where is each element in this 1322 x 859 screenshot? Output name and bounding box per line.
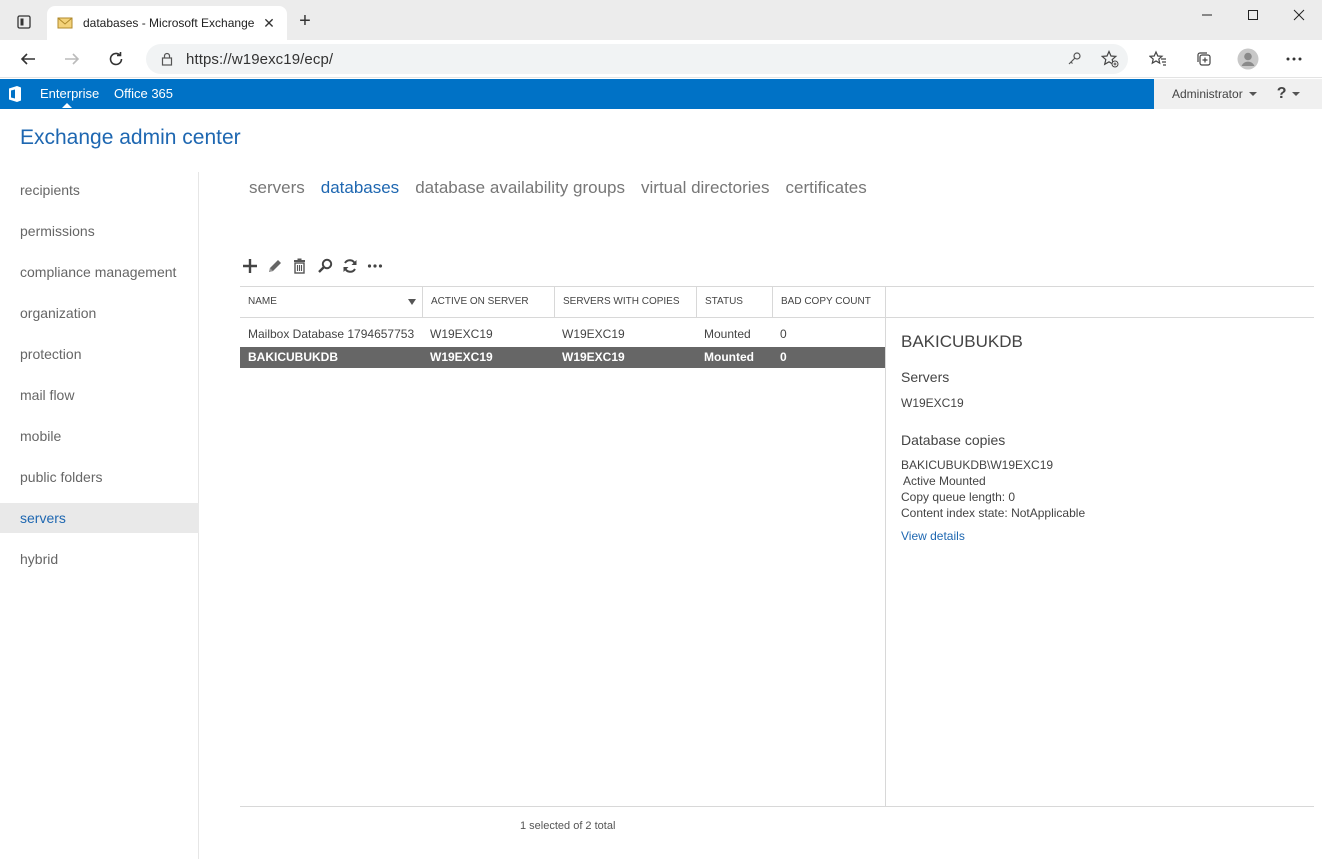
key-icon[interactable] bbox=[1062, 47, 1086, 71]
column-header-status[interactable]: STATUS bbox=[696, 287, 772, 317]
profile-avatar-icon[interactable] bbox=[1236, 47, 1260, 71]
nav-item-permissions[interactable]: permissions bbox=[0, 216, 199, 246]
left-nav: recipients permissions compliance manage… bbox=[0, 172, 199, 859]
list-bottom-border bbox=[240, 806, 1314, 807]
enterprise-link[interactable]: Enterprise bbox=[40, 86, 99, 108]
details-copy-status: Active Mounted bbox=[903, 474, 986, 488]
office-logo-icon[interactable] bbox=[6, 85, 24, 103]
edit-icon[interactable] bbox=[265, 255, 284, 277]
browser-titlebar: databases - Microsoft Exchange ✕ + bbox=[0, 0, 1322, 40]
help-icon[interactable]: ? bbox=[1277, 85, 1287, 103]
o365-navbar: Enterprise Office 365 Administrator ? bbox=[0, 79, 1322, 109]
cell-servers-with-copies: W19EXC19 bbox=[562, 350, 625, 364]
forward-icon[interactable] bbox=[60, 47, 84, 71]
new-tab-icon[interactable]: + bbox=[296, 11, 314, 31]
details-title: BAKICUBUKDB bbox=[901, 332, 1023, 351]
nav-item-recipients[interactable]: recipients bbox=[0, 175, 199, 205]
cell-status: Mounted bbox=[704, 350, 754, 364]
column-header-bad-copy-count[interactable]: BAD COPY COUNT bbox=[772, 287, 885, 317]
more-icon[interactable] bbox=[365, 255, 384, 277]
nav-item-mail-flow[interactable]: mail flow bbox=[0, 380, 199, 410]
user-menu[interactable]: Administrator ? bbox=[1154, 79, 1322, 109]
cell-servers-with-copies: W19EXC19 bbox=[562, 327, 625, 341]
database-list: NAME ACTIVE ON SERVER SERVERS WITH COPIE… bbox=[240, 286, 1314, 807]
selection-status: 1 selected of 2 total bbox=[520, 820, 616, 832]
details-servers-heading: Servers bbox=[901, 369, 950, 385]
tab-database-availability-groups[interactable]: database availability groups bbox=[415, 178, 625, 198]
delete-icon[interactable] bbox=[290, 255, 309, 277]
list-header: NAME ACTIVE ON SERVER SERVERS WITH COPIE… bbox=[240, 286, 1314, 318]
office365-link[interactable]: Office 365 bbox=[114, 86, 173, 101]
maximize-icon[interactable] bbox=[1230, 0, 1276, 30]
details-copy-queue: Copy queue length: 0 bbox=[901, 490, 1016, 504]
tab-close-icon[interactable]: ✕ bbox=[261, 15, 277, 32]
user-dropdown-icon bbox=[1248, 92, 1257, 96]
search-icon[interactable] bbox=[315, 255, 334, 277]
column-header-name[interactable]: NAME bbox=[240, 287, 422, 317]
tab-actions-icon[interactable] bbox=[8, 10, 40, 34]
tab-certificates[interactable]: certificates bbox=[786, 178, 867, 198]
tab-virtual-directories[interactable]: virtual directories bbox=[641, 178, 770, 198]
minimize-icon[interactable] bbox=[1184, 0, 1230, 30]
lock-icon bbox=[161, 52, 173, 66]
reload-icon[interactable] bbox=[104, 47, 128, 71]
cell-status: Mounted bbox=[704, 327, 751, 341]
nav-item-hybrid[interactable]: hybrid bbox=[0, 544, 199, 574]
column-header-servers-with-copies[interactable]: SERVERS WITH COPIES bbox=[554, 287, 696, 317]
details-servers-value: W19EXC19 bbox=[901, 396, 964, 410]
nav-item-public-folders[interactable]: public folders bbox=[0, 462, 199, 492]
more-options-icon[interactable] bbox=[1282, 47, 1306, 71]
sub-tabs: servers databases database availability … bbox=[249, 178, 867, 198]
cell-name: Mailbox Database 1794657753 bbox=[248, 327, 415, 341]
details-copies-heading: Database copies bbox=[901, 432, 1006, 448]
add-favorite-icon[interactable] bbox=[1098, 47, 1122, 71]
nav-item-organization[interactable]: organization bbox=[0, 298, 199, 328]
sort-descending-icon[interactable] bbox=[408, 299, 416, 305]
table-row[interactable]: Mailbox Database 1794657753 W19EXC19 W19… bbox=[240, 324, 885, 345]
view-details-link[interactable]: View details bbox=[901, 529, 965, 543]
nav-item-servers[interactable]: servers bbox=[0, 503, 199, 533]
tab-databases[interactable]: databases bbox=[321, 178, 399, 198]
cell-active-on-server: W19EXC19 bbox=[430, 327, 493, 341]
cell-name: BAKICUBUKDB bbox=[248, 350, 338, 364]
details-divider bbox=[885, 286, 886, 807]
nav-item-compliance-management[interactable]: compliance management bbox=[0, 257, 199, 287]
browser-toolbar: https://w19exc19/ecp/ bbox=[0, 40, 1322, 78]
favorites-icon[interactable] bbox=[1146, 47, 1170, 71]
page-title: Exchange admin center bbox=[20, 126, 241, 149]
user-name: Administrator bbox=[1172, 87, 1243, 101]
add-icon[interactable] bbox=[240, 255, 259, 277]
url-text: https://w19exc19/ecp/ bbox=[186, 50, 334, 68]
cell-active-on-server: W19EXC19 bbox=[430, 350, 493, 364]
refresh-icon[interactable] bbox=[340, 255, 359, 277]
column-header-label: NAME bbox=[248, 296, 277, 307]
address-bar[interactable]: https://w19exc19/ecp/ bbox=[146, 44, 1128, 74]
exchange-favicon-icon bbox=[57, 17, 73, 29]
nav-item-protection[interactable]: protection bbox=[0, 339, 199, 369]
browser-tab[interactable]: databases - Microsoft Exchange ✕ bbox=[47, 6, 287, 40]
table-row-selected[interactable]: BAKICUBUKDB W19EXC19 W19EXC19 Mounted 0 bbox=[240, 347, 885, 368]
back-icon[interactable] bbox=[16, 47, 40, 71]
close-window-icon[interactable] bbox=[1276, 0, 1322, 30]
help-dropdown-icon bbox=[1292, 92, 1301, 96]
tab-title: databases - Microsoft Exchange bbox=[83, 16, 255, 30]
details-pane: BAKICUBUKDB Servers W19EXC19 Database co… bbox=[901, 332, 1301, 543]
cell-bad-copy-count: 0 bbox=[780, 350, 787, 364]
details-content-index: Content index state: NotApplicable bbox=[901, 506, 1086, 520]
details-copy-name: BAKICUBUKDB\W19EXC19 bbox=[901, 458, 1054, 472]
tab-servers[interactable]: servers bbox=[249, 178, 305, 198]
column-header-active-on-server[interactable]: ACTIVE ON SERVER bbox=[422, 287, 554, 317]
action-toolbar bbox=[240, 255, 384, 277]
cell-bad-copy-count: 0 bbox=[780, 327, 787, 341]
collections-icon[interactable] bbox=[1192, 47, 1216, 71]
nav-item-mobile[interactable]: mobile bbox=[0, 421, 199, 451]
